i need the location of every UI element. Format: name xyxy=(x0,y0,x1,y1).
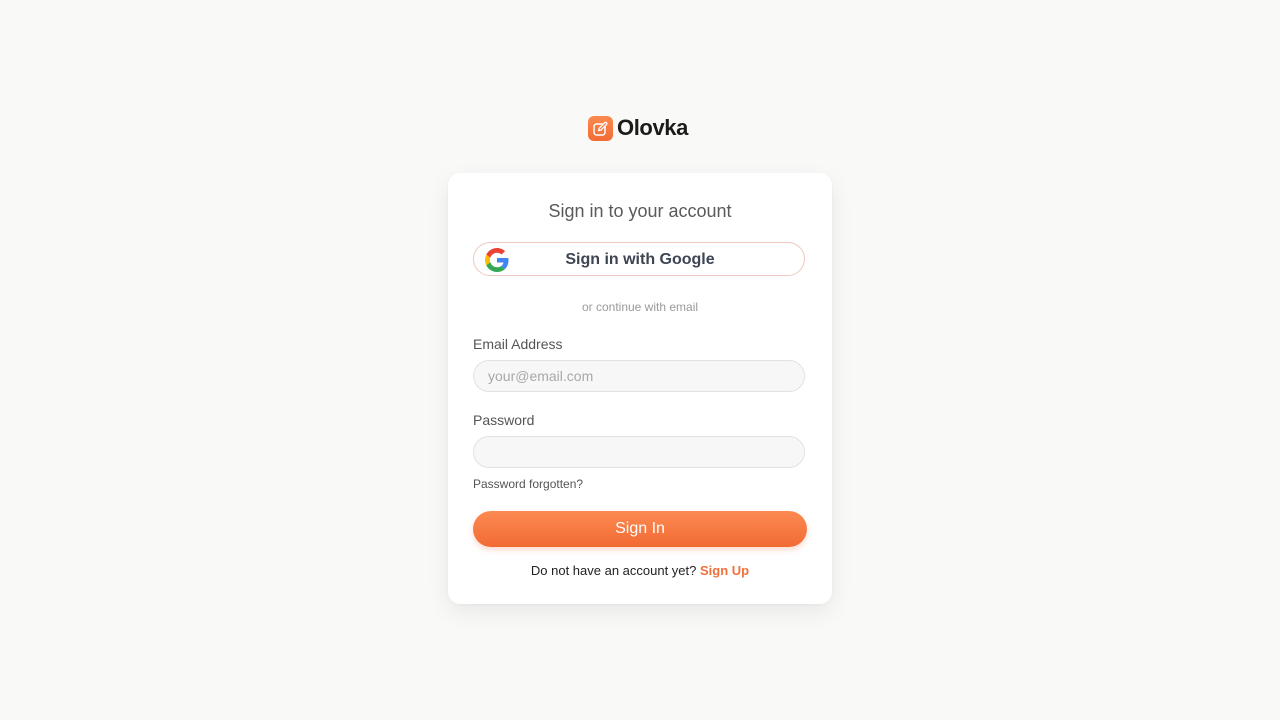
password-label: Password xyxy=(473,412,535,428)
sign-up-prompt: Do not have an account yet? Sign Up xyxy=(448,563,832,578)
email-label: Email Address xyxy=(473,336,563,352)
password-forgotten-link[interactable]: Password forgotten? xyxy=(473,477,583,491)
sign-in-page: Olovka Sign in to your account Sign in w… xyxy=(0,0,1280,720)
sign-up-link[interactable]: Sign Up xyxy=(700,563,749,578)
card-title: Sign in to your account xyxy=(548,201,732,221)
sign-up-prompt-text: Do not have an account yet? xyxy=(530,563,697,578)
sign-in-button[interactable]: Sign In xyxy=(473,511,807,547)
edit-square-icon xyxy=(588,115,613,141)
email-divider-text: or continue with email xyxy=(581,300,699,314)
google-sign-in-button[interactable]: Sign in with Google xyxy=(473,242,805,276)
brand-logo[interactable]: Olovka xyxy=(588,115,688,141)
sign-in-card: Sign in to your account Sign in with Goo… xyxy=(448,173,832,604)
brand-name: Olovka xyxy=(617,115,688,140)
password-field[interactable] xyxy=(473,436,805,468)
google-button-label: Sign in with Google xyxy=(565,251,715,268)
email-field[interactable] xyxy=(473,360,805,392)
